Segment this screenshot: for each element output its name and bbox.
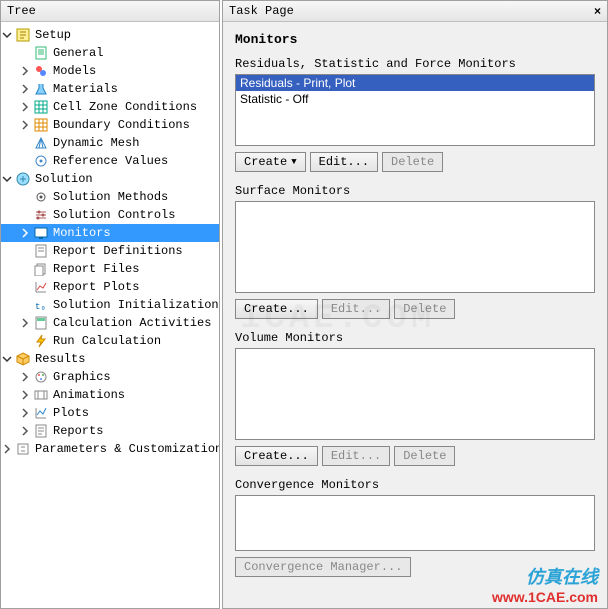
collapse-icon[interactable] [1,29,13,41]
conv-label: Convergence Monitors [235,478,595,492]
expand-icon[interactable] [1,443,13,455]
task-header: Task Page × [223,1,607,22]
mesh-icon [33,135,49,151]
tree-dynmesh[interactable]: Dynamic Mesh [1,134,219,152]
tree-boundary[interactable]: Boundary Conditions [1,116,219,134]
line-icon [33,405,49,421]
expand-icon[interactable] [19,119,31,131]
doc-icon [33,243,49,259]
solution-icon [15,171,31,187]
create-dropdown-button[interactable]: Create▼ [235,152,306,172]
tree-setup[interactable]: Setup [1,26,219,44]
volume-listbox[interactable] [235,348,595,440]
tree-cellzone[interactable]: Cell Zone Conditions [1,98,219,116]
boundary-icon [33,117,49,133]
conv-manager-button[interactable]: Convergence Manager... [235,557,411,577]
create-button[interactable]: Create... [235,299,318,319]
residuals-label: Residuals, Statistic and Force Monitors [235,57,595,71]
tree-results[interactable]: Results [1,350,219,368]
tree-reportplots[interactable]: Report Plots [1,278,219,296]
delete-button[interactable]: Delete [394,446,455,466]
tree-reports[interactable]: Reports [1,422,219,440]
ref-icon [33,153,49,169]
expand-icon[interactable] [19,65,31,77]
tree-methods[interactable]: Solution Methods [1,188,219,206]
task-body: Monitors Residuals, Statistic and Force … [223,22,607,608]
edit-button[interactable]: Edit... [310,152,378,172]
expand-icon[interactable] [19,425,31,437]
setup-icon [15,27,31,43]
init-icon: t₀ [33,297,49,313]
tree-refvals[interactable]: Reference Values [1,152,219,170]
caret-down-icon: ▼ [291,157,296,167]
cube-icon [15,351,31,367]
tree-body: Setup General Models [1,22,219,608]
volume-label: Volume Monitors [235,331,595,345]
expand-icon[interactable] [19,227,31,239]
task-panel: Task Page × Monitors Residuals, Statisti… [222,0,608,609]
calc-icon [33,315,49,331]
tree-panel: Tree Setup [0,0,220,609]
tree-general[interactable]: General [1,44,219,62]
tree-solution[interactable]: Solution [1,170,219,188]
gear-icon [33,189,49,205]
delete-button[interactable]: Delete [382,152,443,172]
tree-reportdef[interactable]: Report Definitions [1,242,219,260]
surface-listbox[interactable] [235,201,595,293]
task-header-title: Task Page [229,4,294,18]
svg-text:t₀: t₀ [35,302,46,312]
surface-label: Surface Monitors [235,184,595,198]
tree-calcact[interactable]: Calculation Activities [1,314,219,332]
tree-reportfiles[interactable]: Report Files [1,260,219,278]
tree-params[interactable]: Parameters & Customization [1,440,219,458]
delete-button[interactable]: Delete [394,299,455,319]
tree-header: Tree [1,1,219,22]
page-icon [33,45,49,61]
plot-icon [33,279,49,295]
list-item[interactable]: Statistic - Off [236,91,594,107]
files-icon [33,261,49,277]
close-icon[interactable]: × [594,4,601,18]
tree-title: Tree [7,4,36,18]
expand-icon[interactable] [19,389,31,401]
residuals-listbox[interactable]: Residuals - Print, Plot Statistic - Off [235,74,595,146]
tree-controls[interactable]: Solution Controls [1,206,219,224]
expand-icon[interactable] [19,83,31,95]
page-title: Monitors [235,32,595,47]
tree-anim[interactable]: Animations [1,386,219,404]
report-icon [33,423,49,439]
params-icon [15,441,31,457]
tree-models[interactable]: Models [1,62,219,80]
palette-icon [33,369,49,385]
create-button[interactable]: Create... [235,446,318,466]
tree-materials[interactable]: Materials [1,80,219,98]
bolt-icon [33,333,49,349]
edit-button[interactable]: Edit... [322,299,390,319]
edit-button[interactable]: Edit... [322,446,390,466]
collapse-icon[interactable] [1,173,13,185]
tree-init[interactable]: t₀ Solution Initialization [1,296,219,314]
film-icon [33,387,49,403]
collapse-icon[interactable] [1,353,13,365]
tree-graphics[interactable]: Graphics [1,368,219,386]
conv-listbox[interactable] [235,495,595,551]
models-icon [33,63,49,79]
expand-icon[interactable] [19,317,31,329]
expand-icon[interactable] [19,371,31,383]
monitor-icon [33,225,49,241]
sliders-icon [33,207,49,223]
expand-icon[interactable] [19,101,31,113]
flask-icon [33,81,49,97]
expand-icon[interactable] [19,407,31,419]
tree-plots[interactable]: Plots [1,404,219,422]
grid-icon [33,99,49,115]
list-item[interactable]: Residuals - Print, Plot [236,75,594,91]
tree-monitors[interactable]: Monitors [1,224,219,242]
tree-runcalc[interactable]: Run Calculation [1,332,219,350]
